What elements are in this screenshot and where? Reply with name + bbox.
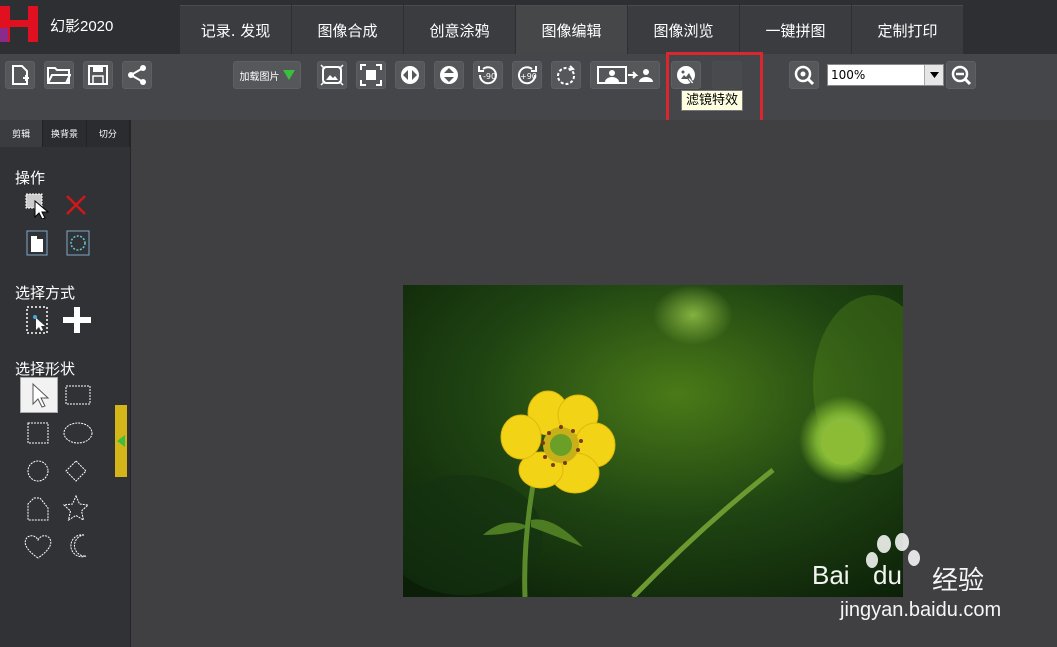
dropdown-triangle-icon [282, 70, 295, 80]
tab-change-background[interactable]: 换背景 [43, 120, 87, 147]
flip-horizontal-icon [401, 66, 419, 84]
zoom-in-button[interactable] [789, 61, 819, 89]
rotate-ccw-text: -90 [483, 72, 496, 81]
shape-star-icon[interactable] [62, 494, 90, 522]
watermark-brand-b: du [873, 560, 902, 590]
shape-circle-icon[interactable] [26, 459, 50, 483]
shape-moon-icon[interactable] [64, 532, 90, 560]
new-file-icon [12, 65, 29, 85]
shape-rectangle-icon[interactable] [64, 384, 92, 406]
watermark-brand-a: Bai [812, 560, 850, 590]
flip-horizontal-button[interactable] [395, 61, 425, 89]
section-select-shape-title: 选择形状 [15, 360, 76, 378]
collapse-left-icon [117, 435, 125, 447]
crop-fullscreen-button[interactable] [356, 61, 386, 89]
tab-cut[interactable]: 剪辑 [0, 120, 44, 147]
tab-print[interactable]: 定制打印 [852, 5, 963, 54]
tab-compose[interactable]: 图像合成 [292, 5, 403, 54]
cut-shape-icon[interactable] [26, 230, 48, 256]
save-button[interactable] [83, 61, 113, 89]
tab-doodle[interactable]: 创意涂鸦 [404, 5, 515, 54]
panel-collapse-handle[interactable] [115, 405, 127, 477]
left-tool-panel: 剪辑 换背景 切分 操作 选择方式 选择形状 [0, 120, 131, 647]
pointer-icon [32, 382, 50, 408]
zoom-out-icon [951, 65, 972, 86]
shape-square-icon[interactable] [26, 421, 50, 445]
chevron-down-icon [929, 72, 939, 78]
tab-collage[interactable]: 一键拼图 [740, 5, 851, 54]
free-rotate-button[interactable] [551, 61, 581, 89]
toolbar: 加载图片 -90 +90 100% [0, 54, 1057, 120]
delete-selection-icon[interactable] [65, 194, 87, 216]
flip-vertical-button[interactable] [434, 61, 464, 89]
new-file-button[interactable] [5, 61, 35, 89]
zoom-in-icon [794, 65, 815, 86]
app-logo-icon [0, 6, 38, 42]
add-selection-icon[interactable] [62, 306, 92, 334]
watermark-url: jingyan.baidu.com [840, 599, 1002, 621]
zoom-out-button[interactable] [946, 61, 976, 89]
rotate-cw-button[interactable]: +90 [512, 61, 542, 89]
zoom-level-value: 100% [831, 68, 866, 82]
watermark-brand-c: 经验 [932, 565, 985, 595]
highlight-box [666, 52, 763, 123]
section-operation-title: 操作 [15, 169, 46, 187]
rotate-cw-icon: +90 [518, 66, 537, 85]
fit-image-icon [320, 64, 344, 86]
portrait-replace-icon [597, 66, 653, 84]
share-icon [128, 65, 146, 85]
app-name: 幻影2020 [50, 18, 114, 35]
shape-heart-icon[interactable] [23, 534, 53, 560]
tab-image-edit[interactable]: 图像编辑 [516, 5, 627, 54]
cut-circle-icon[interactable] [66, 230, 90, 256]
rotate-ccw-icon: -90 [478, 66, 497, 85]
fit-image-button[interactable] [317, 61, 347, 89]
tab-image-browse[interactable]: 图像浏览 [628, 5, 739, 54]
rotate-ccw-button[interactable]: -90 [473, 61, 503, 89]
tab-record[interactable]: 记录. 发现 [180, 5, 291, 54]
shape-ellipse-icon[interactable] [62, 421, 94, 445]
select-cursor-icon[interactable] [25, 193, 51, 219]
main-tabs: 记录. 发现 图像合成 创意涂鸦 图像编辑 图像浏览 一键拼图 定制打印 [180, 5, 964, 54]
shape-diamond-icon[interactable] [64, 459, 88, 483]
load-image-dropdown[interactable]: 加载图片 [233, 61, 301, 89]
fullscreen-icon [360, 64, 382, 86]
tab-split[interactable]: 切分 [86, 120, 130, 147]
section-select-mode-title: 选择方式 [15, 284, 76, 302]
filter-effects-tooltip: 滤镜特效 [681, 90, 744, 111]
title-bar: 幻影2020 记录. 发现 图像合成 创意涂鸦 图像编辑 图像浏览 一键拼图 定… [0, 0, 1057, 54]
zoom-dropdown-arrow[interactable] [924, 65, 943, 85]
share-button[interactable] [122, 61, 152, 89]
shape-polygon-icon[interactable] [26, 496, 50, 522]
magic-select-icon[interactable] [26, 306, 48, 334]
folder-icon [47, 67, 71, 84]
shape-pointer-button[interactable] [20, 377, 58, 413]
load-image-label: 加载图片 [239, 71, 280, 83]
save-icon [88, 65, 108, 85]
rotate-cw-text: +90 [520, 72, 537, 81]
open-file-button[interactable] [44, 61, 74, 89]
left-panel-tabs: 剪辑 换背景 切分 [0, 120, 130, 147]
flip-vertical-icon [440, 66, 458, 84]
portrait-replace-button[interactable] [590, 61, 660, 89]
zoom-level-select[interactable]: 100% [827, 64, 944, 86]
app-window: 幻影2020 记录. 发现 图像合成 创意涂鸦 图像编辑 图像浏览 一键拼图 定… [0, 0, 1057, 647]
free-rotate-icon [557, 65, 575, 85]
